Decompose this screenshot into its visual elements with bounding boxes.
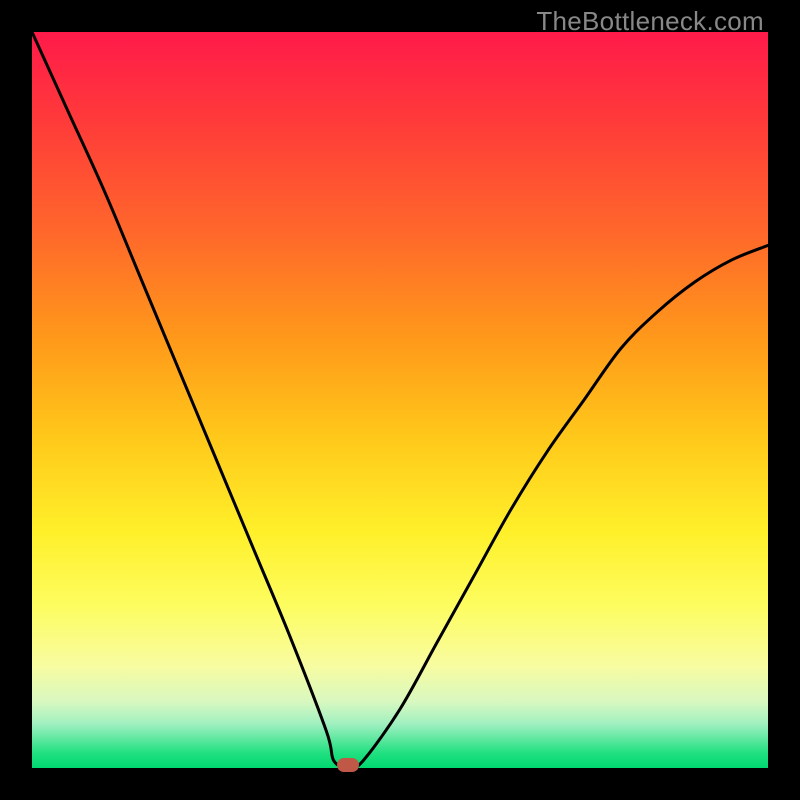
bottleneck-curve-path (32, 32, 768, 768)
bottleneck-curve-svg (32, 32, 768, 768)
watermark-text: TheBottleneck.com (536, 6, 764, 37)
optimum-marker (337, 758, 359, 772)
